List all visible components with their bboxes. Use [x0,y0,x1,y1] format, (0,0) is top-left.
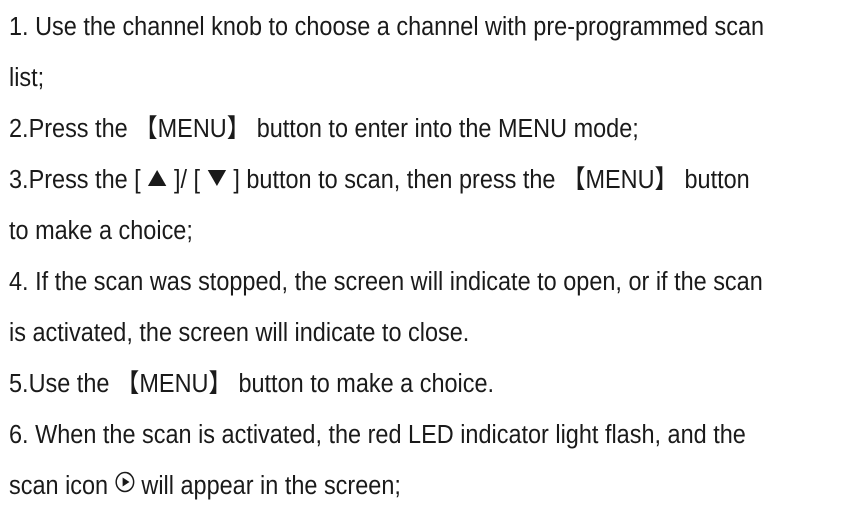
step-4-line-1: 4. If the scan was stopped, the screen w… [9,268,763,296]
step-5-line: 5.Use the 【MENU】 button to make a choice… [9,370,495,398]
triangle-down-icon [207,155,227,204]
step-4-line-2: is activated, the screen will indicate t… [9,319,470,347]
step-3-text-end: ] button to scan, then press the 【MENU】 … [226,166,750,194]
step-3-line-2: to make a choice; [9,217,193,245]
step-3-line-1: 3.Press the [ ]/ [ ] button to scan, the… [9,156,787,205]
instruction-text: 1. Use the channel knob to choose a chan… [9,0,787,511]
step-1-line-1: 1. Use the channel knob to choose a chan… [9,13,765,41]
step-3-text-start: 3.Press the [ [9,166,148,194]
triangle-up-icon [147,155,167,204]
step-3-text-middle: ]/ [ [167,166,207,194]
step-6-line-2: scan icon will appear in the screen; [9,462,787,511]
step-6-text-start: scan icon [9,472,115,500]
step-6-text-end: will appear in the screen; [134,472,401,500]
step-6-line-1: 6. When the scan is activated, the red L… [9,421,746,449]
step-2-line: 2.Press the 【MENU】 button to enter into … [9,115,639,143]
play-circle-icon [115,461,135,510]
step-1-line-2: list; [9,64,45,92]
